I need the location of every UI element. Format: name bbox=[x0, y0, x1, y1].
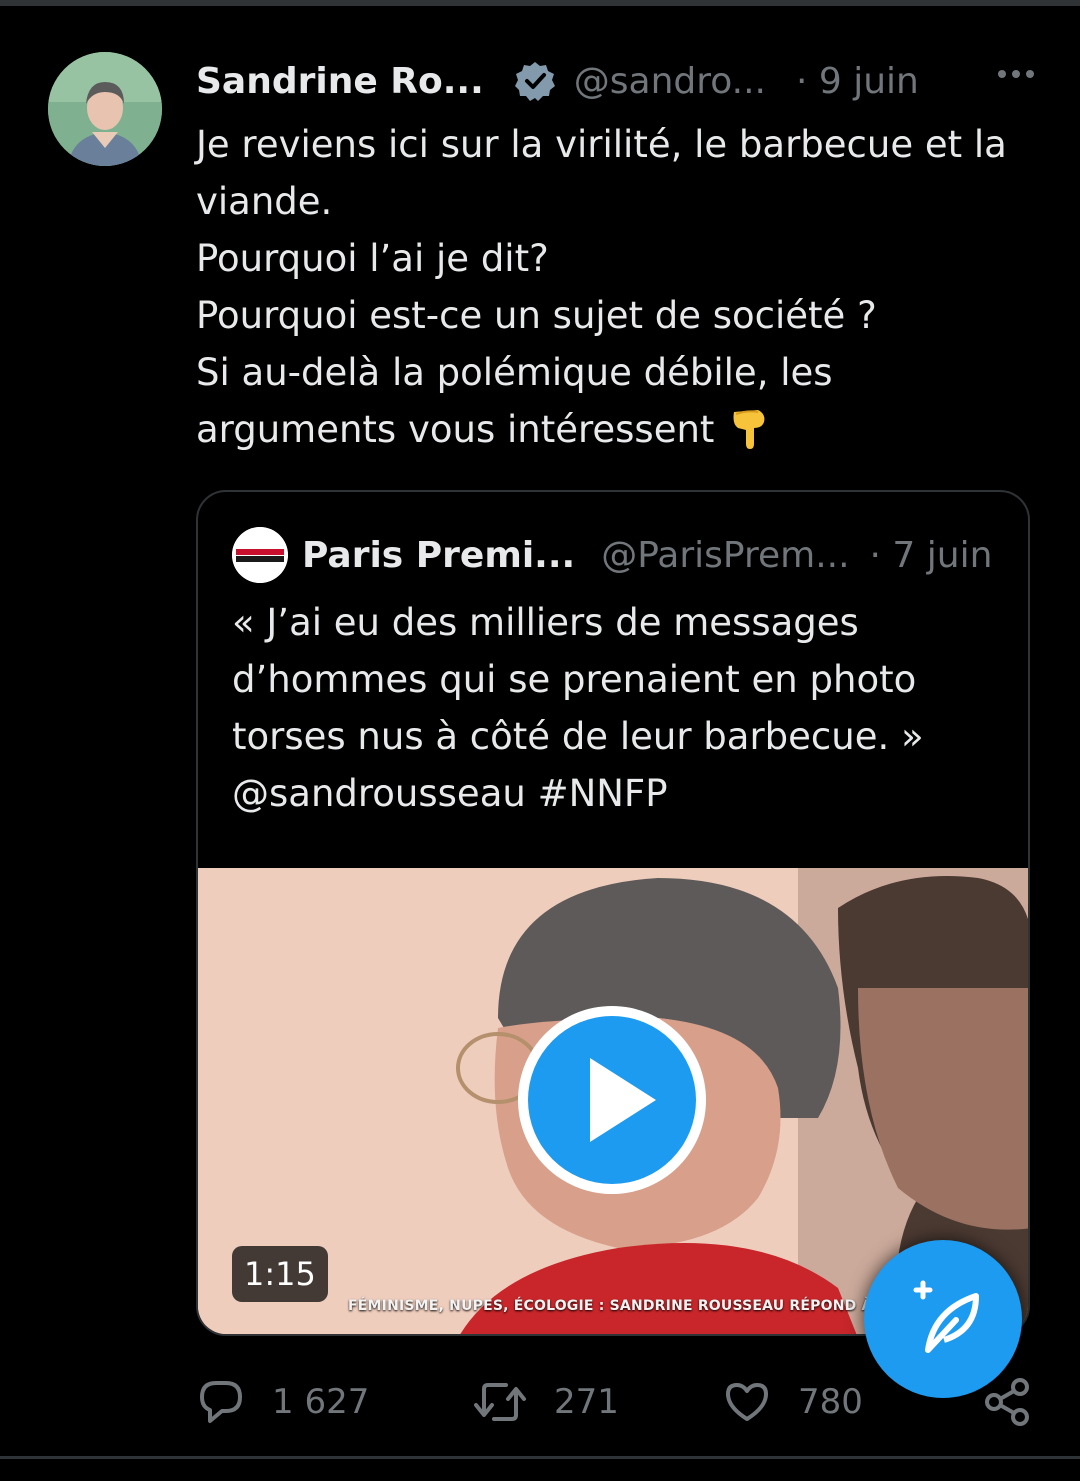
bottom-divider bbox=[0, 1456, 1080, 1459]
like-count: 780 bbox=[798, 1382, 863, 1422]
video-duration-badge: 1:15 bbox=[232, 1246, 328, 1302]
author-handle[interactable]: @sandro... bbox=[574, 61, 766, 102]
quoted-text-line: d’hommes qui se prenaient en photo bbox=[232, 658, 917, 701]
tweet-text-line: arguments vous intéressent bbox=[196, 408, 715, 451]
quoted-author-handle[interactable]: @ParisPrem... bbox=[601, 535, 849, 576]
play-icon bbox=[518, 1006, 706, 1194]
quoted-tweet-card[interactable]: Paris Premi... @ParisPrem... · 7 juin « … bbox=[196, 490, 1030, 1336]
tweet-text-line: Si au-delà la polémique débile, les bbox=[196, 351, 833, 394]
retweet-icon bbox=[474, 1383, 526, 1421]
more-dots-icon[interactable] bbox=[996, 64, 1036, 84]
author-name[interactable]: Sandrine Ro... bbox=[196, 61, 484, 102]
quoted-text-line: @sandrousseau #NNFP bbox=[232, 772, 668, 815]
tweet-action-bar: 1 627 271 780 bbox=[196, 1372, 1036, 1432]
verified-badge-icon bbox=[514, 60, 556, 102]
reply-bubble-icon bbox=[200, 1381, 242, 1423]
tweet-text-line: Pourquoi l’ai je dit? bbox=[196, 237, 549, 280]
tweet-text-line: viande. bbox=[196, 180, 333, 223]
tweet-text-line: Je reviens ici sur la virilité, le barbe… bbox=[196, 123, 1007, 166]
tweet-header: Sandrine Ro... @sandro... · 9 juin bbox=[196, 56, 1036, 106]
quoted-author-avatar[interactable] bbox=[232, 527, 288, 583]
pointing-down-emoji-icon bbox=[728, 406, 768, 466]
video-caption: FÉMINISME, NUPES, ÉCOLOGIE : SANDRINE RO… bbox=[348, 1298, 902, 1314]
retweet-count: 271 bbox=[554, 1382, 619, 1422]
reply-button[interactable]: 1 627 bbox=[196, 1372, 369, 1432]
share-button[interactable] bbox=[982, 1372, 1032, 1432]
play-button[interactable] bbox=[514, 1002, 710, 1198]
quoted-text-line: « J’ai eu des milliers de messages bbox=[232, 601, 859, 644]
top-divider bbox=[0, 0, 1080, 6]
reply-count: 1 627 bbox=[272, 1382, 370, 1422]
author-avatar[interactable] bbox=[48, 52, 162, 166]
quoted-author-name[interactable]: Paris Premi... bbox=[302, 535, 575, 576]
tweet-text: Je reviens ici sur la virilité, le barbe… bbox=[196, 116, 1036, 466]
tweet-text-line: Pourquoi est-ce un sujet de société ? bbox=[196, 294, 877, 337]
tweet-date[interactable]: · 9 juin bbox=[796, 61, 919, 102]
heart-icon bbox=[726, 1383, 768, 1421]
quoted-tweet-date[interactable]: · 7 juin bbox=[870, 535, 993, 576]
tweet-text-line-last: arguments vous intéressent bbox=[196, 401, 1036, 466]
share-icon bbox=[985, 1378, 1029, 1426]
quoted-tweet-header: Paris Premi... @ParisPrem... · 7 juin bbox=[232, 527, 1012, 583]
quoted-tweet-text: « J’ai eu des milliers de messages d’hom… bbox=[232, 594, 1012, 822]
like-button[interactable]: 780 bbox=[722, 1372, 863, 1432]
quoted-text-line: torses nus à côté de leur barbecue. » bbox=[232, 715, 924, 758]
retweet-button[interactable]: 271 bbox=[472, 1372, 619, 1432]
